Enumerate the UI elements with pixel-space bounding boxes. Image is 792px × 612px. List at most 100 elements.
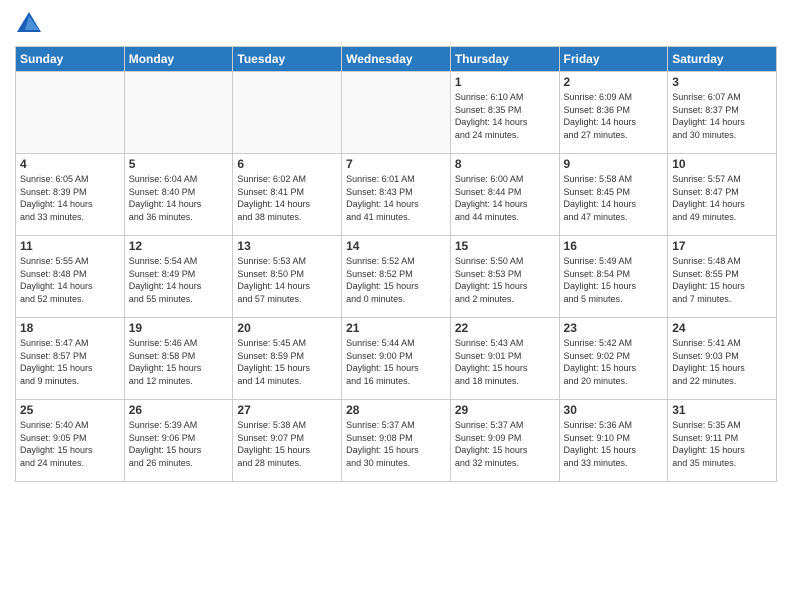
calendar-cell: 11 Sunrise: 5:55 AM Sunset: 8:48 PM Dayli… [16,236,125,318]
calendar-cell: 29 Sunrise: 5:37 AM Sunset: 9:09 PM Dayli… [450,400,559,482]
day-info: Sunrise: 5:41 AM Sunset: 9:03 PM Dayligh… [672,337,772,387]
calendar-cell: 4 Sunrise: 6:05 AM Sunset: 8:39 PM Daylig… [16,154,125,236]
day-info: Sunrise: 5:44 AM Sunset: 9:00 PM Dayligh… [346,337,446,387]
calendar-cell: 30 Sunrise: 5:36 AM Sunset: 9:10 PM Dayli… [559,400,668,482]
day-number: 4 [20,157,120,171]
calendar-cell: 20 Sunrise: 5:45 AM Sunset: 8:59 PM Dayli… [233,318,342,400]
calendar-cell: 16 Sunrise: 5:49 AM Sunset: 8:54 PM Dayli… [559,236,668,318]
calendar-body: 1 Sunrise: 6:10 AM Sunset: 8:35 PM Daylig… [16,72,777,482]
calendar-cell [342,72,451,154]
day-info: Sunrise: 5:37 AM Sunset: 9:09 PM Dayligh… [455,419,555,469]
day-info: Sunrise: 5:42 AM Sunset: 9:02 PM Dayligh… [564,337,664,387]
calendar-cell: 12 Sunrise: 5:54 AM Sunset: 8:49 PM Dayli… [124,236,233,318]
calendar-cell: 10Sunrise: 5:57 AM Sunset: 8:47 PM Dayli… [668,154,777,236]
day-number: 29 [455,403,555,417]
day-info: Sunrise: 6:04 AM Sunset: 8:40 PM Dayligh… [129,173,229,223]
day-info: Sunrise: 6:01 AM Sunset: 8:43 PM Dayligh… [346,173,446,223]
day-number: 24 [672,321,772,335]
day-number: 5 [129,157,229,171]
calendar-cell: 7Sunrise: 6:01 AM Sunset: 8:43 PM Daylig… [342,154,451,236]
calendar-cell: 5 Sunrise: 6:04 AM Sunset: 8:40 PM Daylig… [124,154,233,236]
calendar-cell: 21 Sunrise: 5:44 AM Sunset: 9:00 PM Dayli… [342,318,451,400]
day-number: 3 [672,75,772,89]
week-row-2: 4 Sunrise: 6:05 AM Sunset: 8:39 PM Daylig… [16,154,777,236]
day-info: Sunrise: 5:53 AM Sunset: 8:50 PM Dayligh… [237,255,337,305]
header [15,10,777,38]
day-number: 1 [455,75,555,89]
logo-icon [15,10,43,38]
day-number: 8 [455,157,555,171]
calendar-cell: 18Sunrise: 5:47 AM Sunset: 8:57 PM Dayli… [16,318,125,400]
calendar-cell: 27 Sunrise: 5:38 AM Sunset: 9:07 PM Dayli… [233,400,342,482]
calendar-cell: 14Sunrise: 5:52 AM Sunset: 8:52 PM Dayli… [342,236,451,318]
calendar-cell: 2 Sunrise: 6:09 AM Sunset: 8:36 PM Daylig… [559,72,668,154]
day-number: 11 [20,239,120,253]
weekday-header-sunday: Sunday [16,47,125,72]
day-info: Sunrise: 5:58 AM Sunset: 8:45 PM Dayligh… [564,173,664,223]
day-info: Sunrise: 5:38 AM Sunset: 9:07 PM Dayligh… [237,419,337,469]
weekday-header-thursday: Thursday [450,47,559,72]
week-row-3: 11 Sunrise: 5:55 AM Sunset: 8:48 PM Dayli… [16,236,777,318]
day-number: 22 [455,321,555,335]
day-number: 12 [129,239,229,253]
day-info: Sunrise: 5:55 AM Sunset: 8:48 PM Dayligh… [20,255,120,305]
calendar-cell: 28Sunrise: 5:37 AM Sunset: 9:08 PM Dayli… [342,400,451,482]
weekday-header-friday: Friday [559,47,668,72]
day-info: Sunrise: 5:49 AM Sunset: 8:54 PM Dayligh… [564,255,664,305]
day-info: Sunrise: 5:40 AM Sunset: 9:05 PM Dayligh… [20,419,120,469]
calendar-cell: 9 Sunrise: 5:58 AM Sunset: 8:45 PM Daylig… [559,154,668,236]
day-number: 20 [237,321,337,335]
weekday-header-tuesday: Tuesday [233,47,342,72]
day-info: Sunrise: 5:43 AM Sunset: 9:01 PM Dayligh… [455,337,555,387]
day-info: Sunrise: 5:57 AM Sunset: 8:47 PM Dayligh… [672,173,772,223]
day-info: Sunrise: 5:46 AM Sunset: 8:58 PM Dayligh… [129,337,229,387]
calendar-cell: 19 Sunrise: 5:46 AM Sunset: 8:58 PM Dayli… [124,318,233,400]
day-number: 26 [129,403,229,417]
calendar-cell [233,72,342,154]
calendar-header: SundayMondayTuesdayWednesdayThursdayFrid… [16,47,777,72]
day-number: 28 [346,403,446,417]
day-number: 15 [455,239,555,253]
day-number: 25 [20,403,120,417]
day-info: Sunrise: 5:36 AM Sunset: 9:10 PM Dayligh… [564,419,664,469]
weekday-header-saturday: Saturday [668,47,777,72]
day-info: Sunrise: 6:07 AM Sunset: 8:37 PM Dayligh… [672,91,772,141]
day-number: 18 [20,321,120,335]
day-info: Sunrise: 5:50 AM Sunset: 8:53 PM Dayligh… [455,255,555,305]
calendar-cell: 1 Sunrise: 6:10 AM Sunset: 8:35 PM Daylig… [450,72,559,154]
day-number: 30 [564,403,664,417]
calendar-table: SundayMondayTuesdayWednesdayThursdayFrid… [15,46,777,482]
day-number: 14 [346,239,446,253]
day-number: 13 [237,239,337,253]
day-number: 27 [237,403,337,417]
calendar-cell: 3 Sunrise: 6:07 AM Sunset: 8:37 PM Daylig… [668,72,777,154]
calendar-cell: 17Sunrise: 5:48 AM Sunset: 8:55 PM Dayli… [668,236,777,318]
day-info: Sunrise: 5:35 AM Sunset: 9:11 PM Dayligh… [672,419,772,469]
weekday-header-monday: Monday [124,47,233,72]
day-number: 16 [564,239,664,253]
logo [15,10,47,38]
calendar-cell [16,72,125,154]
day-number: 19 [129,321,229,335]
day-info: Sunrise: 5:48 AM Sunset: 8:55 PM Dayligh… [672,255,772,305]
day-number: 9 [564,157,664,171]
day-info: Sunrise: 5:45 AM Sunset: 8:59 PM Dayligh… [237,337,337,387]
calendar-cell: 26 Sunrise: 5:39 AM Sunset: 9:06 PM Dayli… [124,400,233,482]
page: SundayMondayTuesdayWednesdayThursdayFrid… [0,0,792,612]
calendar-cell: 22 Sunrise: 5:43 AM Sunset: 9:01 PM Dayli… [450,318,559,400]
day-number: 21 [346,321,446,335]
day-number: 2 [564,75,664,89]
weekday-header-wednesday: Wednesday [342,47,451,72]
weekday-row: SundayMondayTuesdayWednesdayThursdayFrid… [16,47,777,72]
week-row-4: 18Sunrise: 5:47 AM Sunset: 8:57 PM Dayli… [16,318,777,400]
calendar-cell: 6Sunrise: 6:02 AM Sunset: 8:41 PM Daylig… [233,154,342,236]
day-info: Sunrise: 6:09 AM Sunset: 8:36 PM Dayligh… [564,91,664,141]
day-info: Sunrise: 5:54 AM Sunset: 8:49 PM Dayligh… [129,255,229,305]
day-number: 23 [564,321,664,335]
calendar-cell: 31Sunrise: 5:35 AM Sunset: 9:11 PM Dayli… [668,400,777,482]
day-info: Sunrise: 6:05 AM Sunset: 8:39 PM Dayligh… [20,173,120,223]
week-row-1: 1 Sunrise: 6:10 AM Sunset: 8:35 PM Daylig… [16,72,777,154]
day-info: Sunrise: 5:39 AM Sunset: 9:06 PM Dayligh… [129,419,229,469]
day-number: 6 [237,157,337,171]
day-info: Sunrise: 6:10 AM Sunset: 8:35 PM Dayligh… [455,91,555,141]
